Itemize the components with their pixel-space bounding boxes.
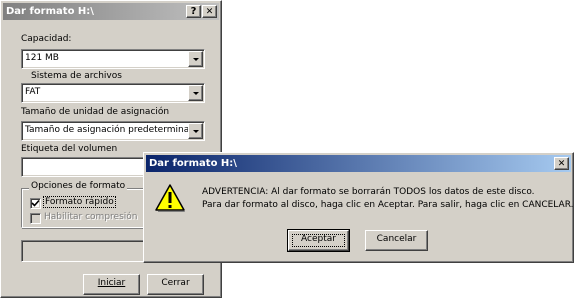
format-dialog-title: Dar formato H:\: [6, 6, 94, 17]
filesystem-value: FAT: [25, 87, 41, 97]
warning-icon: [155, 184, 185, 212]
close-dialog-button-label: Cerrar: [161, 278, 190, 288]
compression-checkbox: [30, 213, 41, 224]
allocation-value: Tamaño de asignación predeterminado: [25, 125, 201, 135]
check-icon: [31, 199, 40, 207]
start-button-label: Iniciar: [97, 278, 126, 288]
warning-line-2: Para dar formato al disco, haga clic en …: [202, 200, 574, 210]
ok-button-label: Aceptar: [301, 234, 336, 244]
quick-format-label[interactable]: Formato rápido: [43, 196, 116, 208]
cancel-button-label: Cancelar: [376, 234, 417, 244]
allocation-label: Tamaño de unidad de asignación: [21, 107, 170, 117]
chevron-down-icon[interactable]: [188, 123, 203, 139]
help-icon: ?: [190, 6, 197, 17]
chevron-down-icon[interactable]: [188, 51, 203, 67]
filesystem-select[interactable]: FAT: [21, 83, 205, 103]
quick-format-checkbox[interactable]: [30, 198, 41, 209]
format-options-title: Opciones de formato: [29, 181, 128, 191]
warning-dialog-titlebar[interactable]: Dar formato H:\ ✕: [146, 155, 571, 172]
close-button[interactable]: ✕: [202, 5, 217, 18]
capacity-value: 121 MB: [25, 53, 59, 63]
compression-label: Habilitar compresión: [44, 212, 138, 222]
warning-line-1: ADVERTENCIA: Al dar formato se borrarán …: [202, 187, 535, 197]
warning-dialog: Dar formato H:\ ✕ ADVERTENCIA: Al dar fo…: [143, 152, 574, 263]
filesystem-label: Sistema de archivos: [31, 71, 122, 81]
help-button[interactable]: ?: [186, 5, 201, 18]
close-icon: ✕: [205, 7, 214, 17]
close-dialog-button[interactable]: Cerrar: [147, 274, 204, 295]
close-icon: ✕: [557, 159, 566, 169]
chevron-down-icon[interactable]: [188, 85, 203, 101]
start-button[interactable]: Iniciar: [83, 274, 140, 295]
format-dialog-titlebar[interactable]: Dar formato H:\ ? ✕: [3, 3, 219, 20]
capacity-label: Capacidad:: [21, 34, 72, 44]
capacity-select[interactable]: 121 MB: [21, 49, 205, 69]
warning-dialog-title: Dar formato H:\: [149, 158, 237, 169]
cancel-button[interactable]: Cancelar: [365, 230, 428, 251]
allocation-select[interactable]: Tamaño de asignación predeterminado: [21, 121, 205, 141]
warning-close-button[interactable]: ✕: [554, 157, 569, 170]
volume-label: Etiqueta del volumen: [21, 144, 118, 154]
ok-button[interactable]: Aceptar: [287, 229, 350, 252]
